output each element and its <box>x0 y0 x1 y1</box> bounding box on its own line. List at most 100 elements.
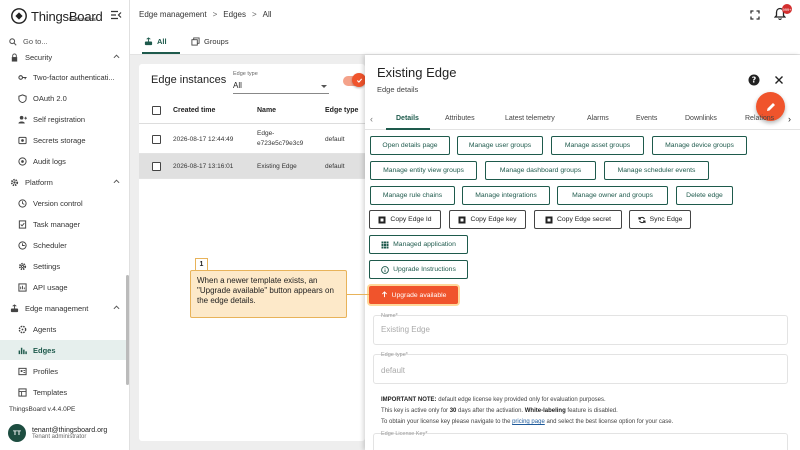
sidebar-item-agents[interactable]: Agents <box>0 319 128 339</box>
sidebar-item-scheduler[interactable]: Scheduler <box>0 235 128 255</box>
callout-annotation: When a newer template exists, an "Upgrad… <box>190 270 347 318</box>
name-field[interactable] <box>373 315 788 345</box>
button-label: Managed application <box>393 241 456 248</box>
breadcrumb-item[interactable]: Edge management <box>139 10 207 19</box>
edge-type-field[interactable] <box>373 354 788 384</box>
search-icon <box>9 37 17 46</box>
copy-icon <box>458 216 466 224</box>
button-label: Copy Edge secret <box>556 216 612 223</box>
column-header[interactable]: Edge type <box>325 107 358 114</box>
sidebar-item-edge-management[interactable]: Edge management <box>0 298 128 318</box>
sidebar-item-secrets-storage[interactable]: Secrets storage <box>0 130 128 150</box>
row-checkbox[interactable] <box>152 135 161 144</box>
copy-edge-id-button[interactable]: Copy Edge Id <box>369 210 441 229</box>
tab-all[interactable]: All <box>144 37 167 46</box>
manage-owner-and-groups-button[interactable]: Manage owner and groups <box>557 186 668 205</box>
main-tabs: All Groups <box>130 30 800 55</box>
delete-edge-button[interactable]: Delete edge <box>676 186 733 205</box>
sidebar-item-security[interactable]: Security <box>0 50 128 67</box>
manage-entity-view-groups-button[interactable]: Manage entity view groups <box>370 161 477 180</box>
license-note-line1: IMPORTANT NOTE: default edge license key… <box>381 397 606 403</box>
breadcrumb-separator: > <box>212 10 218 19</box>
manage-integrations-button[interactable]: Manage integrations <box>462 186 550 205</box>
column-header[interactable]: Created time <box>173 107 215 114</box>
user-profile[interactable]: TT tenant@thingsboard.org Tenant adminis… <box>8 424 107 442</box>
sidebar-item-settings[interactable]: Settings <box>0 256 128 276</box>
tab-events[interactable]: Events <box>636 115 657 122</box>
edge-type-filter[interactable]: All <box>233 81 242 90</box>
menu-collapse-icon[interactable] <box>110 9 122 21</box>
tab-scroll-left-icon[interactable]: ‹ <box>370 114 373 124</box>
sidebar-item-label: Version control <box>33 198 83 208</box>
template-icon <box>17 387 27 397</box>
column-header[interactable]: Name <box>257 107 276 114</box>
license-key-field[interactable] <box>373 433 788 450</box>
toggle-switch[interactable] <box>352 73 366 87</box>
edge-type-filter-label: Edge type <box>233 71 258 77</box>
select-all-checkbox[interactable] <box>152 106 161 115</box>
fullscreen-icon[interactable] <box>750 10 760 20</box>
pricing-page-link[interactable]: pricing page <box>512 419 545 425</box>
managed-application-button[interactable]: Managed application <box>369 235 468 254</box>
person-add-icon <box>17 114 27 124</box>
clock-icon <box>17 240 27 250</box>
note-bold: White-labeling <box>524 408 566 414</box>
tab-details[interactable]: Details <box>396 115 419 122</box>
table-header: Created time Name Edge type <box>139 98 365 124</box>
sidebar-item-self-registration[interactable]: Self registration <box>0 109 128 129</box>
shield-icon <box>17 93 27 103</box>
tab-latest-telemetry[interactable]: Latest telemetry <box>505 115 555 122</box>
sidebar-item-label: Profiles <box>33 366 59 376</box>
manage-asset-groups-button[interactable]: Manage asset groups <box>551 136 644 155</box>
sidebar-item-templates[interactable]: Templates <box>0 382 128 400</box>
open-details-page-button[interactable]: Open details page <box>370 136 450 155</box>
sidebar-item-profiles[interactable]: Profiles <box>0 361 128 381</box>
copy-edge-secret-button[interactable]: Copy Edge secret <box>534 210 622 229</box>
tab-downlinks[interactable]: Downlinks <box>685 115 717 122</box>
callout-number: 1 <box>195 258 208 271</box>
upgrade-instructions-button[interactable]: Upgrade Instructions <box>369 260 468 279</box>
tab-groups[interactable]: Groups <box>191 37 229 46</box>
sidebar-item-label: Agents <box>33 324 57 334</box>
sync-edge-button[interactable]: Sync Edge <box>629 210 691 229</box>
manage-user-groups-button[interactable]: Manage user groups <box>457 136 543 155</box>
table-row-selected[interactable]: 2026-08-17 13:16:01 Existing Edge defaul… <box>139 154 365 179</box>
sidebar-item-platform[interactable]: Platform <box>0 172 128 192</box>
info-icon <box>381 265 389 274</box>
sidebar-item-audit-logs[interactable]: Audit logs <box>0 151 128 171</box>
cell-created-time: 2026-08-17 13:16:01 <box>173 163 234 170</box>
row-checkbox[interactable] <box>152 162 161 171</box>
manage-scheduler-events-button[interactable]: Manage scheduler events <box>604 161 709 180</box>
upgrade-available-button[interactable]: Upgrade available <box>369 286 458 304</box>
sidebar-scrollbar[interactable] <box>126 275 129 385</box>
key-icon <box>17 72 27 82</box>
close-icon[interactable] <box>774 75 784 85</box>
tab-relations[interactable]: Relations <box>745 115 774 122</box>
table-row[interactable]: 2026-08-17 12:44:49 Edge- e723e5c79e3c9 … <box>139 125 365 154</box>
sidebar-item-label: Edge management <box>25 303 89 313</box>
manage-rule-chains-button[interactable]: Manage rule chains <box>370 186 455 205</box>
history-icon <box>17 198 27 208</box>
sidebar-item-edges[interactable]: Edges <box>0 340 128 360</box>
help-icon[interactable]: ? <box>748 74 760 86</box>
logo[interactable]: ThingsBoard <box>10 5 103 27</box>
sidebar-item-api-usage[interactable]: API usage <box>0 277 128 297</box>
tab-attributes[interactable]: Attributes <box>445 115 475 122</box>
breadcrumb-item[interactable]: Edges <box>223 10 246 19</box>
license-note-line2: This key is active only for 30 days afte… <box>381 408 618 414</box>
tab-alarms[interactable]: Alarms <box>587 115 609 122</box>
manage-device-groups-button[interactable]: Manage device groups <box>652 136 747 155</box>
edge-type-field-value: default <box>381 366 406 375</box>
dropdown-arrow-icon[interactable] <box>321 85 327 88</box>
button-label: Copy Edge key <box>470 216 517 223</box>
breadcrumb: Edge management > Edges > All <box>139 10 278 19</box>
sidebar-item-oauth[interactable]: OAuth 2.0 <box>0 88 128 108</box>
sidebar-item-task-manager[interactable]: Task manager <box>0 214 128 234</box>
sidebar-item-two-factor[interactable]: Two-factor authenticati... <box>0 67 128 87</box>
tab-scroll-right-icon[interactable]: › <box>788 114 791 124</box>
copy-edge-key-button[interactable]: Copy Edge key <box>449 210 526 229</box>
manage-dashboard-groups-button[interactable]: Manage dashboard groups <box>485 161 596 180</box>
sidebar-item-version-control[interactable]: Version control <box>0 193 128 213</box>
search-input[interactable]: Go to... <box>9 37 48 46</box>
note-text: feature is disabled. <box>565 408 618 414</box>
